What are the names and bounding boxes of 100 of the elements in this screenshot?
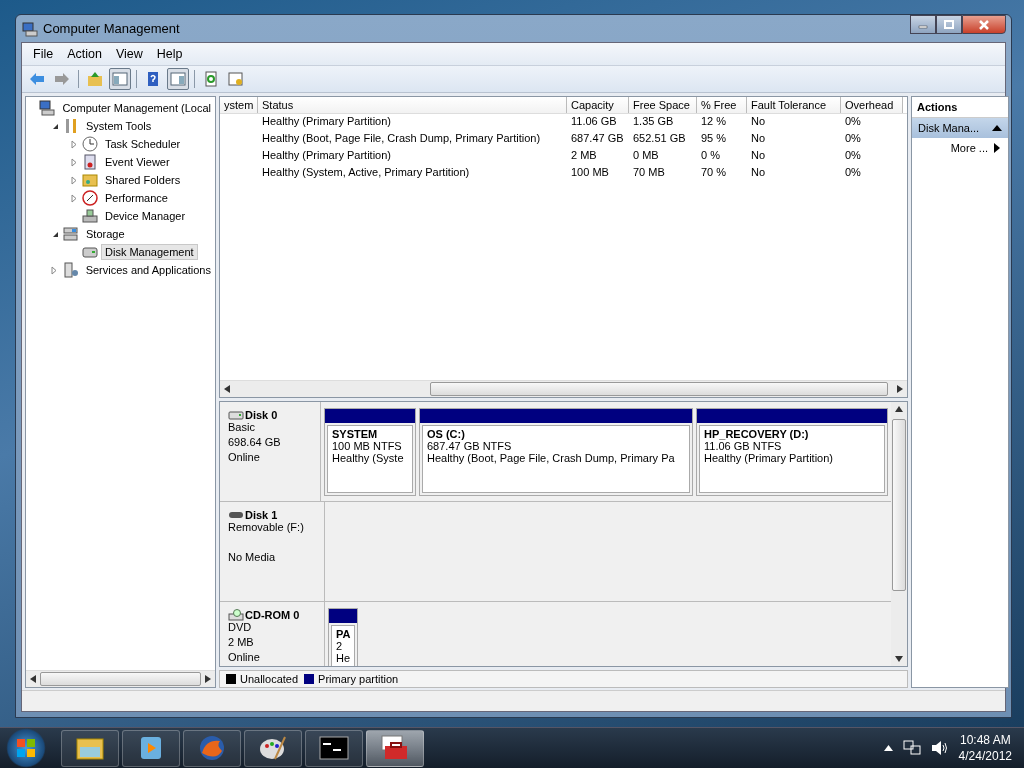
table-cell: 1.35 GB (633, 115, 674, 127)
scroll-right-icon[interactable] (205, 675, 211, 683)
submenu-arrow-icon (994, 143, 1000, 153)
browser-taskbar-button[interactable] (183, 729, 241, 767)
partition-block[interactable]: HP_RECOVERY (D:) 11.06 GB NTFS Healthy (Primary Partition) (696, 408, 888, 496)
table-cell: 0% (845, 166, 861, 178)
vertical-scrollbar[interactable] (891, 402, 907, 666)
partition-status: Healthy (Primary Partition) (704, 452, 834, 464)
actions-section[interactable]: Disk Mana... (912, 118, 1008, 138)
menu-item[interactable]: File (26, 47, 61, 61)
partition-status: Healthy (Syste (332, 452, 405, 464)
table-cell: 100 MB (571, 166, 609, 178)
table-cell: 70 MB (633, 166, 665, 178)
table-cell: 2 MB (571, 149, 597, 161)
maximize-button[interactable] (936, 15, 962, 34)
pane-button[interactable] (167, 68, 189, 90)
scroll-left-icon[interactable] (224, 385, 230, 393)
clock-time[interactable]: 10:48 AM (959, 732, 1011, 748)
horizontal-scrollbar[interactable] (220, 380, 907, 397)
tree-item[interactable]: Computer Management (Local (58, 100, 215, 116)
disk-detail: Online (228, 651, 260, 663)
disk-detail: Online (228, 451, 260, 463)
explorer-taskbar-button[interactable] (61, 729, 119, 767)
windows-logo-icon (15, 737, 37, 759)
tree-item[interactable]: Task Scheduler (101, 136, 185, 152)
scroll-left-icon[interactable] (30, 675, 36, 683)
refresh-icon (203, 71, 219, 87)
table-cell: Healthy (Primary Partition) (262, 115, 391, 127)
tree-item[interactable]: Disk Management (101, 244, 198, 260)
menu-item[interactable]: Help (149, 47, 190, 61)
forward-icon (54, 71, 70, 87)
volume-icon[interactable] (930, 740, 949, 756)
table-cell: No (751, 166, 766, 178)
partition-block[interactable]: SYSTEM 100 MB NTFS Healthy (Syste (324, 408, 416, 496)
show-hidden-icons-icon[interactable] (883, 745, 893, 751)
optical-drive-icon (228, 609, 244, 621)
table-cell: 652.51 GB (633, 132, 686, 144)
partition-size: 11.06 GB NTFS (704, 440, 783, 452)
disk-info-panel[interactable]: Disk 1 Removable (F:) No Media (220, 502, 325, 601)
disk-info-panel[interactable]: Disk 0 Basic 698.64 GB Online (220, 402, 321, 501)
column-header[interactable]: % Free (697, 97, 747, 113)
minimize-button[interactable] (910, 15, 936, 34)
horizontal-scrollbar[interactable] (26, 670, 215, 687)
pane-icon (170, 71, 186, 87)
partition-block[interactable]: OS (C:) 687.47 GB NTFS Healthy (Boot, Page File, Crash Dump, Primary Pa (419, 408, 693, 496)
media-taskbar-button[interactable] (122, 729, 180, 767)
paint-taskbar-button[interactable] (244, 729, 302, 767)
column-header[interactable]: Fault Tolerance (747, 97, 841, 113)
tree-item[interactable]: Services and Applications (81, 262, 215, 278)
scroll-up-icon[interactable] (895, 406, 903, 412)
console-taskbar-button[interactable] (305, 729, 363, 767)
tree-item[interactable]: Performance (101, 190, 172, 206)
scroll-down-icon[interactable] (895, 656, 903, 662)
close-button[interactable] (962, 15, 1006, 34)
tree-item[interactable]: Event Viewer (101, 154, 174, 170)
table-cell: No (751, 132, 766, 144)
partition-label: OS (C:) (427, 428, 466, 440)
disk-name: Disk 0 (245, 409, 278, 421)
table-cell: Healthy (System, Active, Primary Partition) (262, 166, 470, 178)
table-cell: 0% (845, 115, 861, 127)
toolbox-taskbar-button[interactable] (366, 729, 424, 767)
column-header[interactable]: Free Space (629, 97, 697, 113)
table-cell: 70 % (701, 166, 727, 178)
table-cell: No (751, 149, 766, 161)
tree-item[interactable]: Shared Folders (101, 172, 185, 188)
partition-status: Healthy (Boot, Page File, Crash Dump, Primary Pa (427, 452, 676, 464)
disk-detail: 698.64 GB (228, 436, 281, 448)
tree-button[interactable] (109, 68, 131, 90)
column-header[interactable]: Status (258, 97, 567, 113)
table-cell: 687.47 GB (571, 132, 624, 144)
computer-icon (39, 100, 56, 116)
maximize-icon (943, 19, 955, 30)
column-header[interactable]: Capacity (567, 97, 629, 113)
legend-label: Unallocated (240, 673, 299, 685)
tree-item[interactable]: Storage (82, 226, 129, 242)
tree-item[interactable]: System Tools (82, 118, 156, 134)
partition-label: HP_RECOVERY (D:) (704, 428, 810, 440)
table-cell: Healthy (Boot, Page File, Crash Dump, Primary Partition) (262, 132, 541, 144)
column-header[interactable]: Overhead (841, 97, 903, 113)
menu-item[interactable]: View (108, 47, 150, 61)
tree-item[interactable]: Device Manager (101, 208, 190, 224)
column-header[interactable]: ystem (220, 97, 258, 113)
clock-date[interactable]: 4/24/2012 (958, 748, 1012, 764)
partition-size: 2 (336, 640, 344, 652)
disk-detail: No Media (228, 551, 276, 563)
scroll-right-icon[interactable] (897, 385, 903, 393)
disk-detail: DVD (228, 621, 252, 633)
partition-status: He (336, 652, 350, 664)
table-cell: Healthy (Primary Partition) (262, 149, 391, 161)
folder-icon (82, 172, 98, 188)
partition-size: 687.47 GB NTFS (427, 440, 513, 452)
window-title: Computer Management (43, 21, 180, 36)
drive-icon (228, 509, 244, 521)
menu-item[interactable]: Action (60, 47, 109, 61)
table-cell: 0 MB (633, 149, 659, 161)
table-cell: 12 % (701, 115, 727, 127)
close-icon (977, 19, 991, 30)
network-icon[interactable] (902, 740, 921, 756)
action-link[interactable]: More ... (950, 142, 988, 154)
table-cell: 0 % (701, 149, 720, 161)
